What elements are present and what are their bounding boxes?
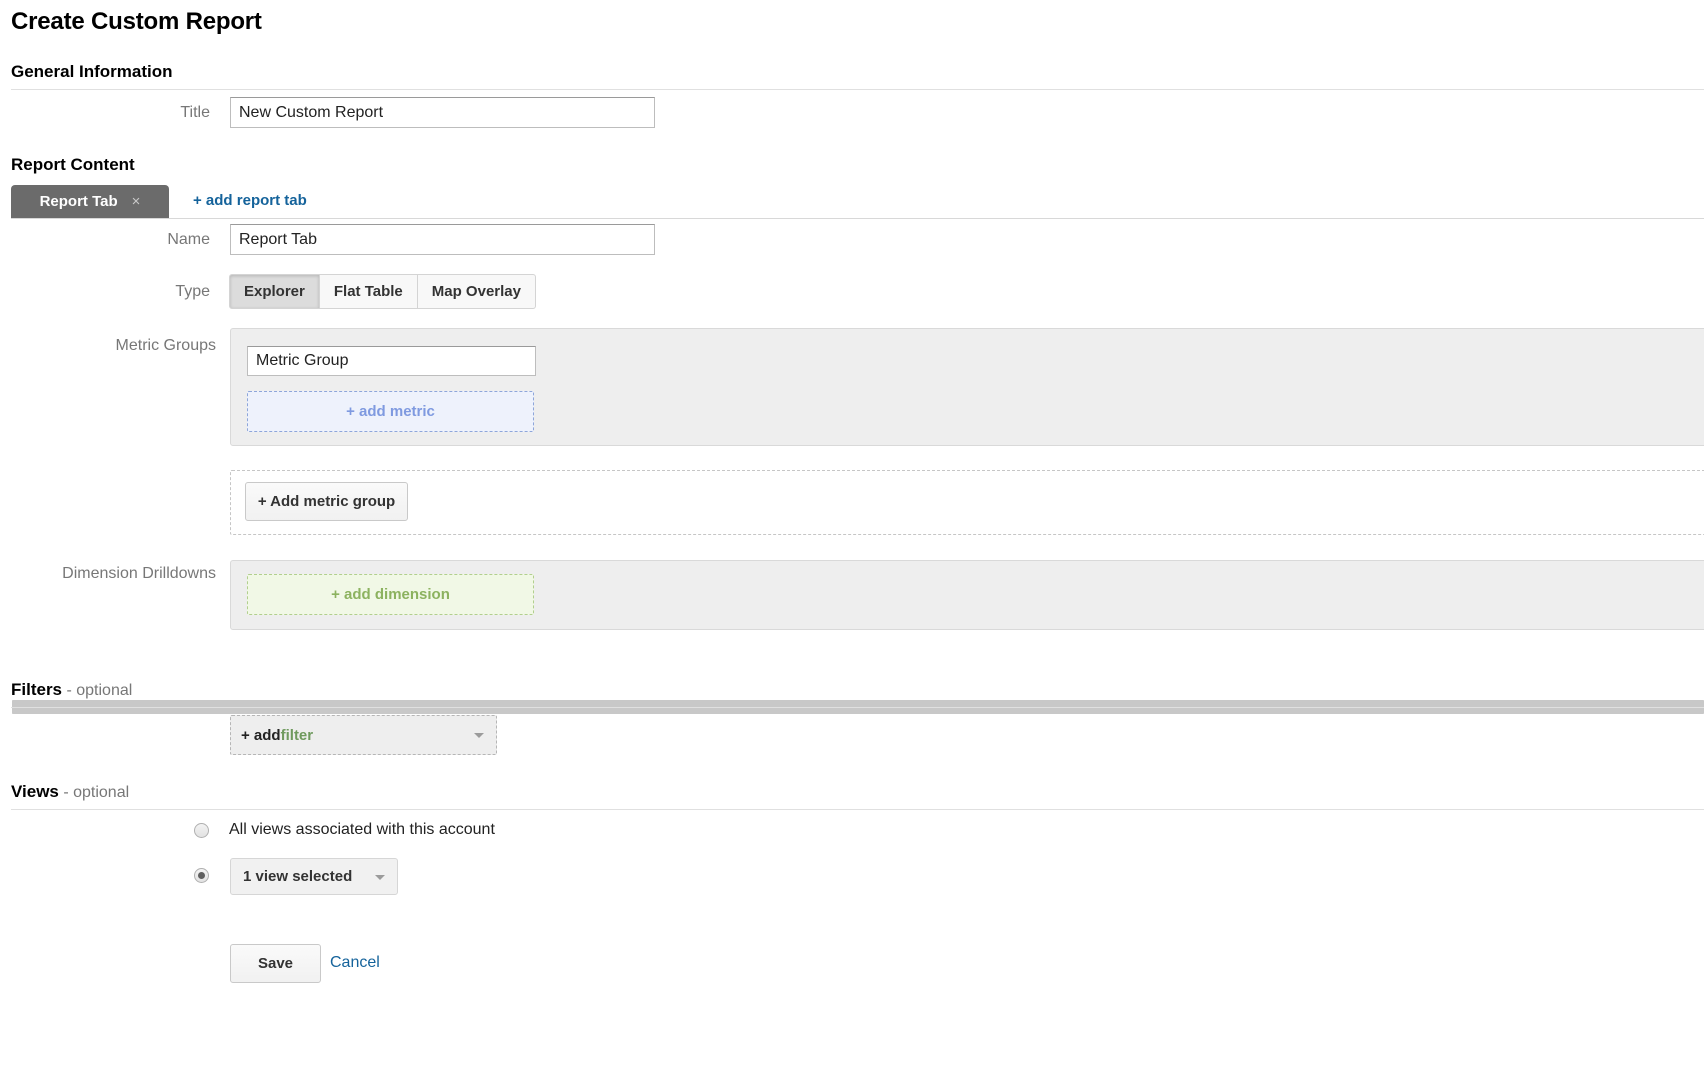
create-custom-report-page: Create Custom Report General Information… <box>0 0 1704 1082</box>
add-dimension-button[interactable]: + add dimension <box>247 574 534 615</box>
add-metric-button[interactable]: + add metric <box>247 391 534 432</box>
report-content-heading: Report Content <box>11 155 135 175</box>
metric-group-name-input[interactable] <box>247 346 536 376</box>
radio-all-views-label: All views associated with this account <box>229 821 495 839</box>
general-information-divider <box>11 89 1704 90</box>
name-label: Name <box>60 231 210 249</box>
title-input[interactable] <box>230 97 655 128</box>
add-filter-button[interactable]: + add filter <box>230 715 497 755</box>
filters-optional-text: - optional <box>62 682 132 699</box>
chevron-down-icon[interactable] <box>474 733 484 738</box>
report-tab-label: Report Tab <box>40 193 118 210</box>
type-option-flat-table[interactable]: Flat Table <box>320 274 418 309</box>
view-selector-dropdown[interactable]: 1 view selected <box>230 858 398 895</box>
filters-divider <box>11 707 1704 708</box>
name-input[interactable] <box>230 224 655 255</box>
dimension-drilldowns-label: Dimension Drilldowns <box>0 565 216 583</box>
add-filter-lead: + add <box>241 727 281 744</box>
save-button[interactable]: Save <box>230 944 321 983</box>
metric-groups-label: Metric Groups <box>0 337 216 355</box>
type-option-map-overlay[interactable]: Map Overlay <box>418 274 536 309</box>
radio-selected-views[interactable] <box>194 868 209 883</box>
metric-group-panel: + add metric <box>230 328 1704 446</box>
views-optional-text: - optional <box>59 784 129 801</box>
close-icon[interactable]: × <box>132 194 141 209</box>
views-heading: Views - optional <box>11 782 129 802</box>
add-filter-keyword: filter <box>281 727 314 744</box>
type-button-group: Explorer Flat Table Map Overlay <box>229 274 536 309</box>
title-label: Title <box>60 104 210 122</box>
chevron-down-icon[interactable] <box>375 875 385 880</box>
views-divider <box>11 809 1704 810</box>
page-title: Create Custom Report <box>11 8 262 36</box>
type-label: Type <box>60 283 210 301</box>
filters-heading: Filters - optional <box>11 680 132 700</box>
view-selector-label: 1 view selected <box>243 868 352 885</box>
general-information-heading: General Information <box>11 62 173 82</box>
views-heading-text: Views <box>11 782 59 801</box>
radio-all-views[interactable] <box>194 823 209 838</box>
report-tab-divider <box>11 218 1704 219</box>
add-metric-group-dropzone: + Add metric group <box>230 470 1704 535</box>
filters-heading-text: Filters <box>11 680 62 699</box>
add-metric-group-button[interactable]: + Add metric group <box>245 482 408 521</box>
add-report-tab-link[interactable]: + add report tab <box>193 192 307 209</box>
dimension-drilldown-panel: + add dimension <box>230 560 1704 630</box>
cancel-link[interactable]: Cancel <box>330 954 380 972</box>
report-tab[interactable]: Report Tab × <box>11 185 169 218</box>
type-option-explorer[interactable]: Explorer <box>229 274 320 309</box>
